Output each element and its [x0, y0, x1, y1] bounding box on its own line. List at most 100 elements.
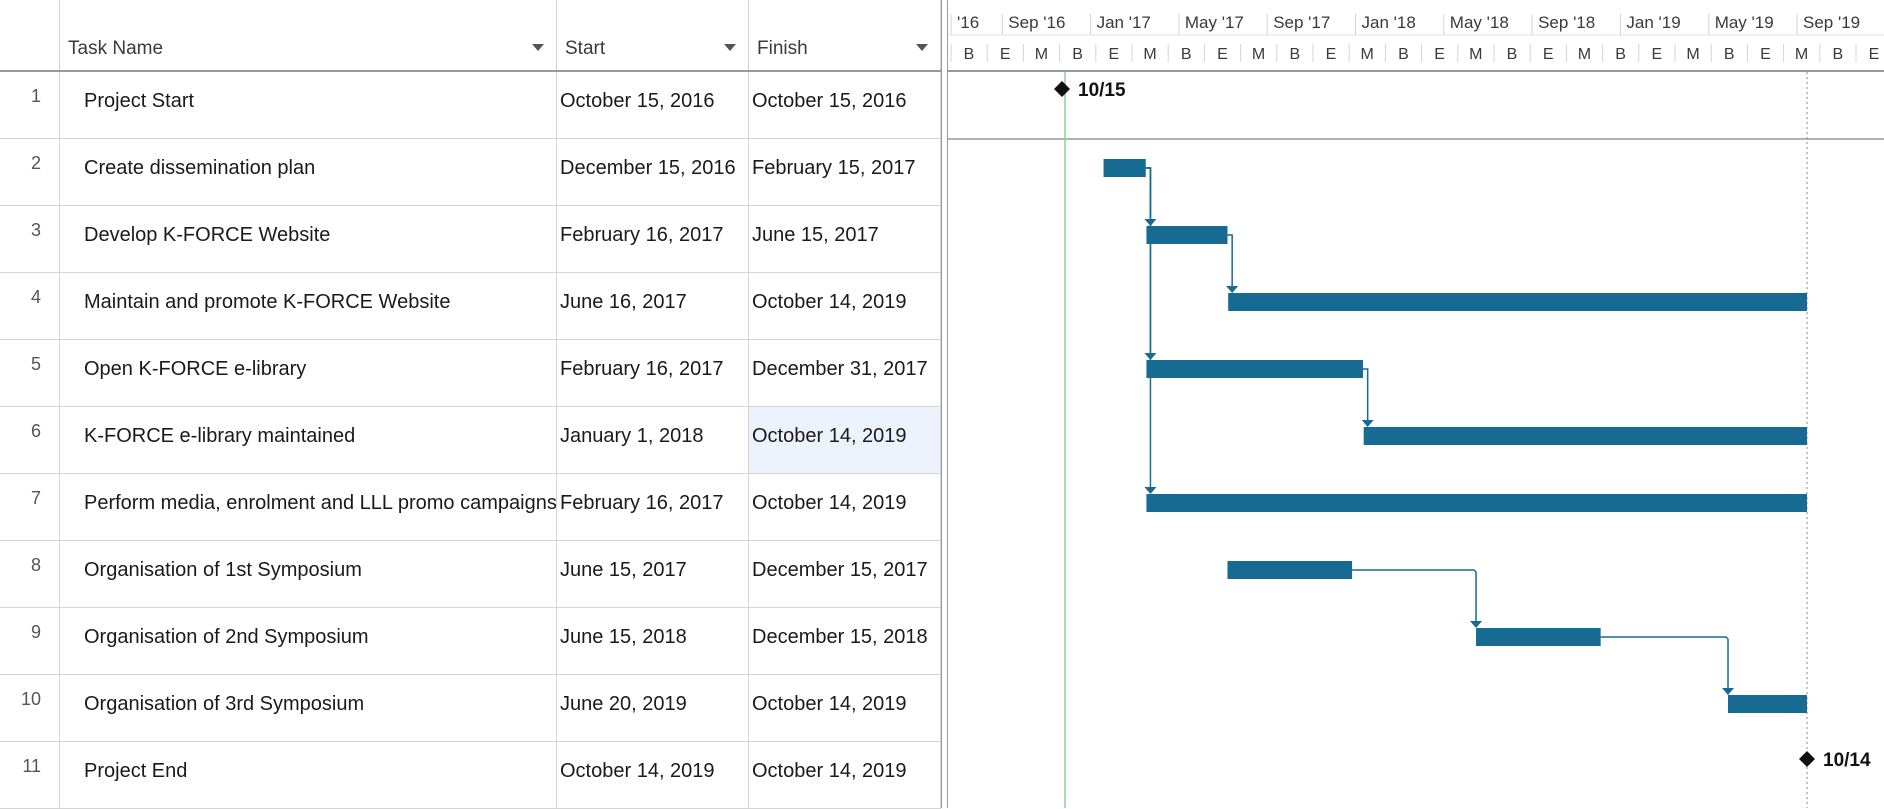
table-row[interactable]: 4 Maintain and promote K-FORCE Website Jun… [0, 273, 948, 340]
start-date-cell[interactable]: June 15, 2017 [557, 541, 749, 608]
start-date-text: June 15, 2017 [560, 559, 687, 581]
row-id-cell[interactable]: 2 [0, 139, 60, 206]
row-id-cell[interactable]: 8 [0, 541, 60, 608]
task-name-cell[interactable]: Perform media, enrolment and LLL promo c… [60, 474, 557, 541]
finish-date-text: October 14, 2019 [752, 291, 907, 313]
finish-date-cell[interactable]: February 15, 2017 [749, 139, 941, 206]
link-arrowhead [1361, 420, 1374, 427]
task-name-cell[interactable]: Organisation of 3rd Symposium [60, 675, 557, 742]
task-name-text: Organisation of 2nd Symposium [84, 626, 369, 648]
start-date-cell[interactable]: February 16, 2017 [557, 206, 749, 273]
table-row[interactable]: 1 Project Start October 15, 2016 October 15… [0, 72, 948, 139]
task-bar[interactable] [1146, 226, 1228, 244]
task-bar[interactable] [1146, 494, 1807, 512]
table-row[interactable]: 5 Open K-FORCE e-library February 16, 2017… [0, 340, 948, 407]
gantt-canvas: '16 Sep '16 Jan '17 May '17 Sep '17 Jan '18 Ma… [948, 13, 1884, 808]
finish-date-cell[interactable]: October 14, 2019 [749, 273, 941, 340]
start-date-cell[interactable]: December 15, 2016 [557, 139, 749, 206]
task-bar[interactable] [1227, 561, 1353, 579]
table-row[interactable]: 3 Develop K-FORCE Website February 16, 201… [0, 206, 948, 273]
table-row[interactable]: 7 Perform media, enrolment and LLL promo … [0, 474, 948, 541]
row-id-cell[interactable]: 1 [0, 72, 60, 139]
column-header-task-name[interactable]: Task Name [60, 0, 557, 70]
filter-dropdown-icon[interactable] [916, 44, 928, 51]
minor-tick-label: E [1217, 46, 1228, 63]
row-id-cell[interactable]: 5 [0, 340, 60, 407]
minor-tick-label: M [1143, 46, 1156, 63]
row-id-header[interactable] [0, 0, 60, 70]
row-id-cell[interactable]: 7 [0, 474, 60, 541]
row-id-cell[interactable]: 3 [0, 206, 60, 273]
table-row[interactable]: 8 Organisation of 1st Symposium June 15, 2… [0, 541, 948, 608]
row-id-text: 7 [30, 488, 41, 508]
major-tick-label: Sep '19 [1803, 13, 1860, 32]
task-bar[interactable] [1146, 360, 1363, 378]
start-date-cell[interactable]: February 16, 2017 [557, 340, 749, 407]
task-name-cell[interactable]: Project Start [60, 72, 557, 139]
row-id-cell[interactable]: 4 [0, 273, 60, 340]
finish-date-cell[interactable]: December 15, 2017 [749, 541, 941, 608]
finish-date-cell[interactable]: October 14, 2019 [749, 474, 941, 541]
table-row[interactable]: 6 K-FORCE e-library maintained January 1, … [0, 407, 948, 474]
row-id-cell[interactable]: 9 [0, 608, 60, 675]
milestone-diamond-icon[interactable] [1799, 751, 1815, 767]
minor-tick-label: B [1507, 46, 1518, 63]
milestone-label: 10/15 [1078, 80, 1126, 101]
minor-tick-label: B [1724, 46, 1735, 63]
task-name-cell[interactable]: Create dissemination plan [60, 139, 557, 206]
finish-date-cell[interactable]: June 15, 2017 [749, 206, 941, 273]
task-name-cell[interactable]: Open K-FORCE e-library [60, 340, 557, 407]
task-bar[interactable] [1728, 695, 1807, 713]
finish-date-cell[interactable]: October 14, 2019 [749, 675, 941, 742]
task-name-cell[interactable]: K-FORCE e-library maintained [60, 407, 557, 474]
minor-tick-label: E [1434, 46, 1445, 63]
filter-dropdown-icon[interactable] [532, 44, 544, 51]
task-name-cell[interactable]: Organisation of 2nd Symposium [60, 608, 557, 675]
row-id-text: 3 [30, 220, 41, 240]
row-id-cell[interactable]: 6 [0, 407, 60, 474]
table-row[interactable]: 9 Organisation of 2nd Symposium June 15, 2… [0, 608, 948, 675]
finish-date-cell[interactable]: October 14, 2019 [749, 742, 941, 809]
row-id-text: 8 [30, 555, 41, 575]
task-name-cell[interactable]: Project End [60, 742, 557, 809]
column-header-start[interactable]: Start [557, 0, 749, 70]
start-date-cell[interactable]: October 14, 2019 [557, 742, 749, 809]
major-tick-label: May '17 [1185, 13, 1244, 32]
dependency-link [1600, 636, 1729, 693]
table-row[interactable]: 11 Project End October 14, 2019 October 14,… [0, 742, 948, 809]
dependency-link [1145, 167, 1152, 492]
table-row[interactable]: 10 Organisation of 3rd Symposium June 20, … [0, 675, 948, 742]
task-name-cell[interactable]: Maintain and promote K-FORCE Website [60, 273, 557, 340]
task-bar[interactable] [1363, 427, 1807, 445]
start-date-cell[interactable]: October 15, 2016 [557, 72, 749, 139]
start-date-cell[interactable]: February 16, 2017 [557, 474, 749, 541]
column-header-finish[interactable]: Finish [749, 0, 941, 70]
task-name-text: Maintain and promote K-FORCE Website [84, 291, 451, 313]
minor-tick-label: B [1832, 46, 1843, 63]
start-date-cell[interactable]: June 20, 2019 [557, 675, 749, 742]
task-name-cell[interactable]: Develop K-FORCE Website [60, 206, 557, 273]
start-date-cell[interactable]: January 1, 2018 [557, 407, 749, 474]
task-name-cell[interactable]: Organisation of 1st Symposium [60, 541, 557, 608]
finish-date-text: February 15, 2017 [752, 157, 916, 179]
finish-date-cell[interactable]: October 15, 2016 [749, 72, 941, 139]
split-divider[interactable] [941, 0, 948, 808]
row-id-cell[interactable]: 11 [0, 742, 60, 809]
finish-date-cell[interactable]: December 15, 2018 [749, 608, 941, 675]
task-bar[interactable] [1228, 293, 1807, 311]
finish-date-cell[interactable]: October 14, 2019 [749, 407, 941, 474]
major-tick-label: Jan '17 [1097, 13, 1151, 32]
task-bar[interactable] [1476, 628, 1601, 646]
task-name-text: Organisation of 3rd Symposium [84, 693, 365, 715]
milestone-diamond-icon[interactable] [1054, 81, 1070, 97]
start-date-cell[interactable]: June 16, 2017 [557, 273, 749, 340]
table-row[interactable]: 2 Create dissemination plan December 15, 2… [0, 139, 948, 206]
link-arrowhead [1470, 621, 1483, 628]
row-id-text: 2 [30, 153, 41, 173]
row-id-cell[interactable]: 10 [0, 675, 60, 742]
finish-date-cell[interactable]: December 31, 2017 [749, 340, 941, 407]
filter-dropdown-icon[interactable] [724, 44, 736, 51]
task-bar[interactable] [1103, 159, 1146, 177]
start-date-cell[interactable]: June 15, 2018 [557, 608, 749, 675]
start-date-text: January 1, 2018 [560, 425, 704, 447]
